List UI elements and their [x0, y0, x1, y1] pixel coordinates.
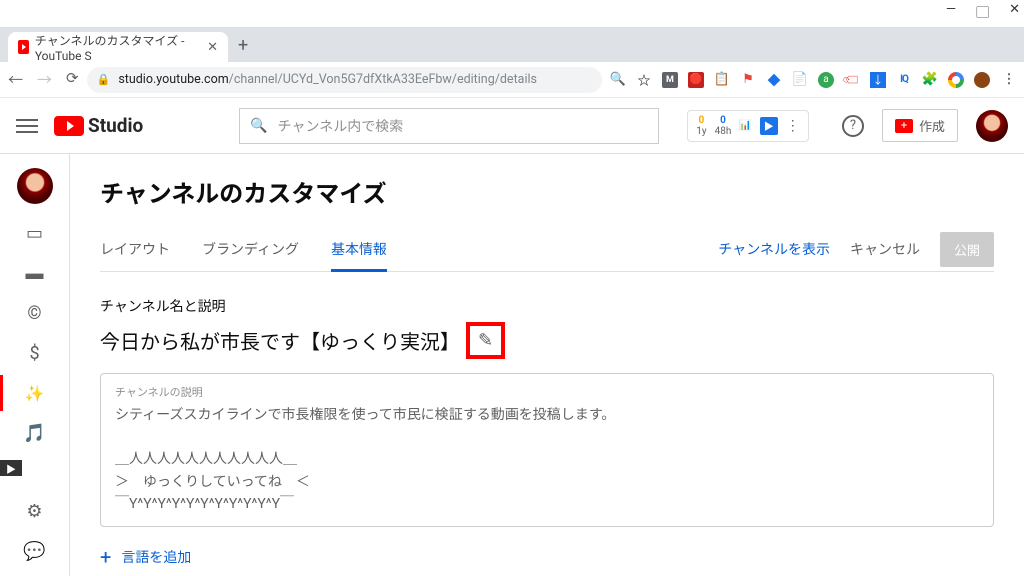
search-placeholder: チャンネル内で検索 — [278, 116, 404, 136]
extension-icons: 🔍 ☆ M 🛑 📋 ⚑ ◆ 📄 a 🏷 ↓ IQ 🧩 ⋮ — [610, 72, 1016, 88]
browser-profile-avatar[interactable] — [974, 72, 990, 88]
description-line: ＿人人人人人人人人人人人＿ — [115, 448, 979, 470]
browser-tab-strip: チャンネルのカスタマイズ - YouTube S ✕ + — [0, 28, 1024, 62]
sidebar-comments-icon[interactable]: ▭ — [24, 222, 46, 244]
hamburger-menu-icon[interactable] — [16, 119, 38, 133]
description-line: ￣Y^Y^Y^Y^Y^Y^Y^Y^Y^Y^Y￣ — [115, 493, 979, 515]
ext-adblock-icon[interactable]: 🛑 — [688, 72, 704, 88]
main-content: チャンネルのカスタマイズ レイアウト ブランディング 基本情報 チャンネルを表示… — [70, 154, 1024, 576]
channel-description-box[interactable]: チャンネルの説明 シティーズスカイラインで市長権限を使って市民に検証する動画を投… — [100, 373, 994, 527]
customization-tabs: レイアウト ブランディング 基本情報 — [100, 227, 387, 271]
window-title-bar: — ▢ ✕ — [0, 0, 1024, 28]
edit-name-highlight: ✎ — [466, 322, 505, 359]
description-line: ＞ ゆっくりしていってね ＜ — [115, 471, 979, 493]
ext-doc-icon[interactable]: 📄 — [792, 72, 808, 88]
plus-icon: + — [100, 545, 111, 569]
ext-green-icon[interactable]: a — [818, 72, 834, 88]
chart-icon: 📊 — [739, 120, 751, 131]
ext-tag-icon[interactable]: 🏷 — [841, 68, 864, 91]
search-icon[interactable]: 🔍 — [610, 72, 626, 88]
ext-puzzle-icon[interactable]: 🧩 — [922, 72, 938, 88]
tab-basic-info[interactable]: 基本情報 — [331, 227, 387, 271]
view-channel-link[interactable]: チャンネルを表示 — [718, 239, 830, 259]
account-avatar[interactable] — [976, 110, 1008, 142]
new-tab-button[interactable]: + — [238, 35, 248, 56]
sidebar-settings-icon[interactable]: ⚙ — [24, 500, 46, 522]
side-float-tag[interactable]: ▶ — [0, 460, 22, 476]
ext-arrow-icon[interactable]: ↓ — [870, 72, 886, 88]
sidebar-channel-avatar[interactable] — [17, 168, 53, 204]
create-label: 作成 — [919, 116, 945, 135]
stats-widget[interactable]: 01y 048h 📊 ▶ ⋮ — [687, 110, 809, 142]
create-button[interactable]: + 作成 — [882, 109, 958, 142]
ext-blue-icon[interactable]: ◆ — [766, 72, 782, 88]
page-title: チャンネルのカスタマイズ — [100, 174, 994, 209]
ext-note-icon[interactable]: 📋 — [714, 72, 730, 88]
tab-branding[interactable]: ブランディング — [202, 227, 299, 271]
ext-gmail-icon[interactable]: M — [662, 72, 678, 88]
sidebar: ▭ ▬ © $ ✨ 🎵 ⚙ 💬 — [0, 154, 70, 576]
create-video-icon: + — [895, 119, 913, 133]
browser-toolbar: ← → ⟳ 🔒 studio.youtube.com/channel/UCYd_… — [0, 62, 1024, 98]
lock-icon: 🔒 — [97, 73, 111, 86]
channel-name-text: 今日から私が市長です【ゆっくり実況】 — [100, 326, 460, 355]
browser-menu-icon[interactable]: ⋮ — [1000, 72, 1016, 88]
sidebar-feedback-icon[interactable]: 💬 — [24, 540, 46, 562]
channel-search-input[interactable]: 🔍 チャンネル内で検索 — [239, 108, 659, 144]
channel-name-section-label: チャンネル名と説明 — [100, 296, 994, 316]
add-language-button[interactable]: + 言語を追加 — [100, 545, 994, 569]
window-close-icon[interactable]: ✕ — [1009, 2, 1020, 21]
window-maximize-icon[interactable]: ▢ — [976, 2, 989, 21]
search-icon: 🔍 — [250, 118, 267, 134]
description-line: シティーズスカイラインで市長権限を使って市民に検証する動画を投稿します。 — [115, 404, 979, 426]
sidebar-audio-icon[interactable]: 🎵 — [24, 422, 46, 444]
sidebar-subtitles-icon[interactable]: ▬ — [24, 262, 46, 284]
studio-header: Studio 🔍 チャンネル内で検索 01y 048h 📊 ▶ ⋮ ? + 作成 — [0, 98, 1024, 154]
browser-tab-title: チャンネルのカスタマイズ - YouTube S — [35, 32, 197, 63]
nav-forward-icon: → — [37, 69, 52, 90]
tab-layout[interactable]: レイアウト — [100, 227, 170, 271]
studio-logo-text: Studio — [88, 114, 143, 137]
publish-button[interactable]: 公開 — [940, 232, 994, 267]
browser-tab-active[interactable]: チャンネルのカスタマイズ - YouTube S ✕ — [8, 32, 228, 62]
sidebar-monetization-icon[interactable]: $ — [24, 342, 46, 364]
ext-google-icon[interactable] — [948, 72, 964, 88]
pencil-icon[interactable]: ✎ — [478, 330, 493, 351]
ext-flag-icon[interactable]: ⚑ — [740, 72, 756, 88]
sidebar-customization-icon[interactable]: ✨ — [24, 382, 46, 404]
youtube-favicon-icon — [18, 40, 29, 54]
help-icon[interactable]: ? — [842, 115, 864, 137]
address-bar[interactable]: 🔒 studio.youtube.com/channel/UCYd_Von5G7… — [87, 67, 602, 93]
sidebar-copyright-icon[interactable]: © — [24, 302, 46, 324]
description-label: チャンネルの説明 — [115, 384, 979, 402]
window-minimize-icon[interactable]: — — [946, 2, 956, 21]
add-language-label: 言語を追加 — [121, 547, 191, 567]
stats-play-icon: ▶ — [760, 117, 778, 135]
stats-menu-icon[interactable]: ⋮ — [786, 118, 800, 134]
nav-reload-icon[interactable]: ⟳ — [66, 69, 79, 90]
youtube-play-icon — [54, 116, 84, 136]
cancel-button[interactable]: キャンセル — [850, 239, 920, 259]
star-icon[interactable]: ☆ — [636, 72, 652, 88]
ext-iq-icon[interactable]: IQ — [896, 72, 912, 88]
tab-close-icon[interactable]: ✕ — [207, 40, 218, 55]
nav-back-icon[interactable]: ← — [8, 69, 23, 90]
studio-logo[interactable]: Studio — [54, 114, 143, 137]
url-text: studio.youtube.com/channel/UCYd_Von5G7df… — [118, 72, 537, 87]
